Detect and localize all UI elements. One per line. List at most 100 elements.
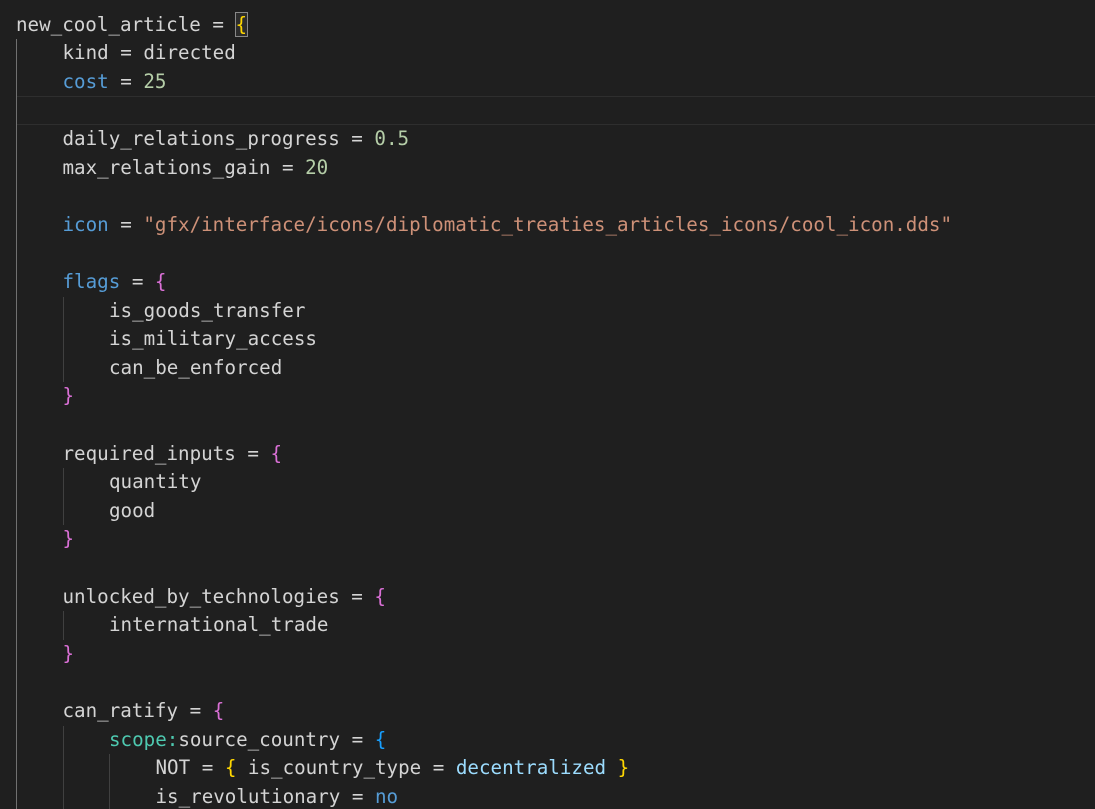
code-token: decentralized bbox=[455, 756, 607, 780]
code-line[interactable]: cost = 25 bbox=[0, 68, 1095, 97]
indent-guide bbox=[16, 39, 17, 809]
code-token: max_relations_gain bbox=[62, 155, 271, 179]
code-token: = bbox=[178, 698, 213, 722]
code-token: scope: bbox=[109, 727, 179, 751]
code-token: daily_relations_progress bbox=[62, 126, 340, 150]
code-text: } bbox=[63, 525, 75, 554]
code-line[interactable] bbox=[0, 182, 1095, 211]
code-token: = bbox=[108, 41, 144, 65]
code-line[interactable]: icon = "gfx/interface/icons/diplomatic_t… bbox=[0, 211, 1095, 240]
code-token: = bbox=[190, 756, 225, 780]
code-line[interactable]: kind = directed bbox=[0, 39, 1095, 68]
code-text: flags = { bbox=[63, 268, 167, 297]
code-line[interactable]: scope:source_country = { bbox=[0, 726, 1095, 755]
code-line[interactable]: new_cool_article = { bbox=[0, 11, 1095, 40]
code-token: = bbox=[108, 69, 144, 93]
code-token: is_country_type bbox=[236, 756, 422, 780]
code-text: kind = directed bbox=[63, 39, 236, 68]
code-token: NOT bbox=[155, 756, 191, 780]
code-text: NOT = { is_country_type = decentralized … bbox=[156, 754, 630, 783]
code-line[interactable]: unlocked_by_technologies = { bbox=[0, 583, 1095, 612]
code-line[interactable]: is_goods_transfer bbox=[0, 297, 1095, 326]
code-token: new_cool_article bbox=[16, 12, 201, 36]
code-token: source_country bbox=[178, 727, 341, 751]
code-token: { bbox=[374, 727, 387, 751]
current-line[interactable] bbox=[16, 96, 1095, 125]
code-text: good bbox=[109, 497, 155, 526]
code-token: required_inputs bbox=[62, 441, 236, 465]
code-text: is_military_access bbox=[109, 325, 317, 354]
code-line[interactable]: } bbox=[0, 640, 1095, 669]
code-text: new_cool_article = { bbox=[16, 11, 249, 40]
code-line[interactable]: } bbox=[0, 382, 1095, 411]
code-editor[interactable]: new_cool_article = {kind = directed cost … bbox=[0, 0, 1095, 809]
code-line[interactable] bbox=[0, 411, 1095, 440]
code-token: = bbox=[421, 756, 456, 780]
code-token: = bbox=[340, 784, 375, 808]
code-token: is_military_access bbox=[109, 327, 317, 351]
code-token: international_trade bbox=[109, 613, 329, 637]
code-token: quantity bbox=[109, 470, 202, 494]
code-token: { bbox=[270, 441, 282, 465]
code-token: flags bbox=[62, 269, 121, 293]
code-text: unlocked_by_technologies = { bbox=[63, 583, 386, 612]
code-token: { bbox=[234, 11, 249, 37]
code-token: { bbox=[212, 698, 225, 722]
code-token: { bbox=[374, 584, 386, 608]
code-token: is_revolutionary bbox=[155, 784, 341, 808]
code-line[interactable]: NOT = { is_country_type = decentralized … bbox=[0, 754, 1095, 783]
code-text: is_revolutionary = no bbox=[156, 783, 399, 809]
code-line[interactable]: international_trade bbox=[0, 611, 1095, 640]
code-text: can_be_enforced bbox=[109, 354, 282, 383]
code-token: good bbox=[109, 498, 156, 522]
code-token: can_be_enforced bbox=[109, 355, 283, 379]
code-token: is_goods_transfer bbox=[109, 298, 306, 322]
code-text: } bbox=[63, 640, 75, 669]
code-line[interactable]: quantity bbox=[0, 468, 1095, 497]
code-token: 20 bbox=[305, 155, 329, 179]
code-token: { bbox=[154, 269, 167, 293]
code-line[interactable] bbox=[0, 554, 1095, 583]
code-text: daily_relations_progress = 0.5 bbox=[63, 125, 410, 154]
code-token: { bbox=[224, 756, 237, 780]
indent-guide bbox=[109, 754, 110, 809]
code-token: = bbox=[339, 126, 375, 150]
code-token: = bbox=[108, 212, 144, 236]
code-token: icon bbox=[62, 212, 109, 236]
code-line[interactable]: is_revolutionary = no bbox=[0, 783, 1095, 809]
code-text: icon = "gfx/interface/icons/diplomatic_t… bbox=[63, 211, 953, 240]
code-line[interactable]: is_military_access bbox=[0, 325, 1095, 354]
code-line[interactable] bbox=[0, 668, 1095, 697]
code-text: required_inputs = { bbox=[63, 440, 283, 469]
code-line[interactable]: max_relations_gain = 20 bbox=[0, 154, 1095, 183]
code-text: quantity bbox=[109, 468, 201, 497]
code-text: scope:source_country = { bbox=[109, 726, 386, 755]
code-token: = bbox=[120, 269, 155, 293]
code-token: kind bbox=[62, 41, 109, 65]
indent-guide bbox=[62, 611, 64, 640]
code-token: = bbox=[339, 584, 375, 608]
code-line[interactable] bbox=[0, 239, 1095, 268]
code-line[interactable]: can_ratify = { bbox=[0, 697, 1095, 726]
code-token: unlocked_by_technologies bbox=[62, 584, 340, 608]
code-line[interactable]: good bbox=[0, 497, 1095, 526]
code-token: } bbox=[62, 384, 75, 408]
code-line[interactable]: can_be_enforced bbox=[0, 354, 1095, 383]
indent-guide bbox=[62, 296, 64, 383]
code-text: max_relations_gain = 20 bbox=[63, 154, 329, 183]
code-line[interactable]: flags = { bbox=[0, 268, 1095, 297]
code-line[interactable]: required_inputs = { bbox=[0, 440, 1095, 469]
code-token: } bbox=[617, 756, 630, 780]
code-token: can_ratify bbox=[62, 698, 179, 722]
code-line[interactable]: daily_relations_progress = 0.5 bbox=[0, 125, 1095, 154]
code-token: 0.5 bbox=[374, 126, 410, 150]
code-token: } bbox=[62, 641, 75, 665]
code-token: "gfx/interface/icons/diplomatic_treaties… bbox=[143, 212, 953, 236]
code-token: = bbox=[235, 441, 271, 465]
code-token: = bbox=[270, 155, 306, 179]
code-line[interactable]: } bbox=[0, 525, 1095, 554]
indent-guide bbox=[62, 725, 64, 809]
code-token: = bbox=[340, 727, 375, 751]
indent-guide bbox=[62, 468, 64, 526]
